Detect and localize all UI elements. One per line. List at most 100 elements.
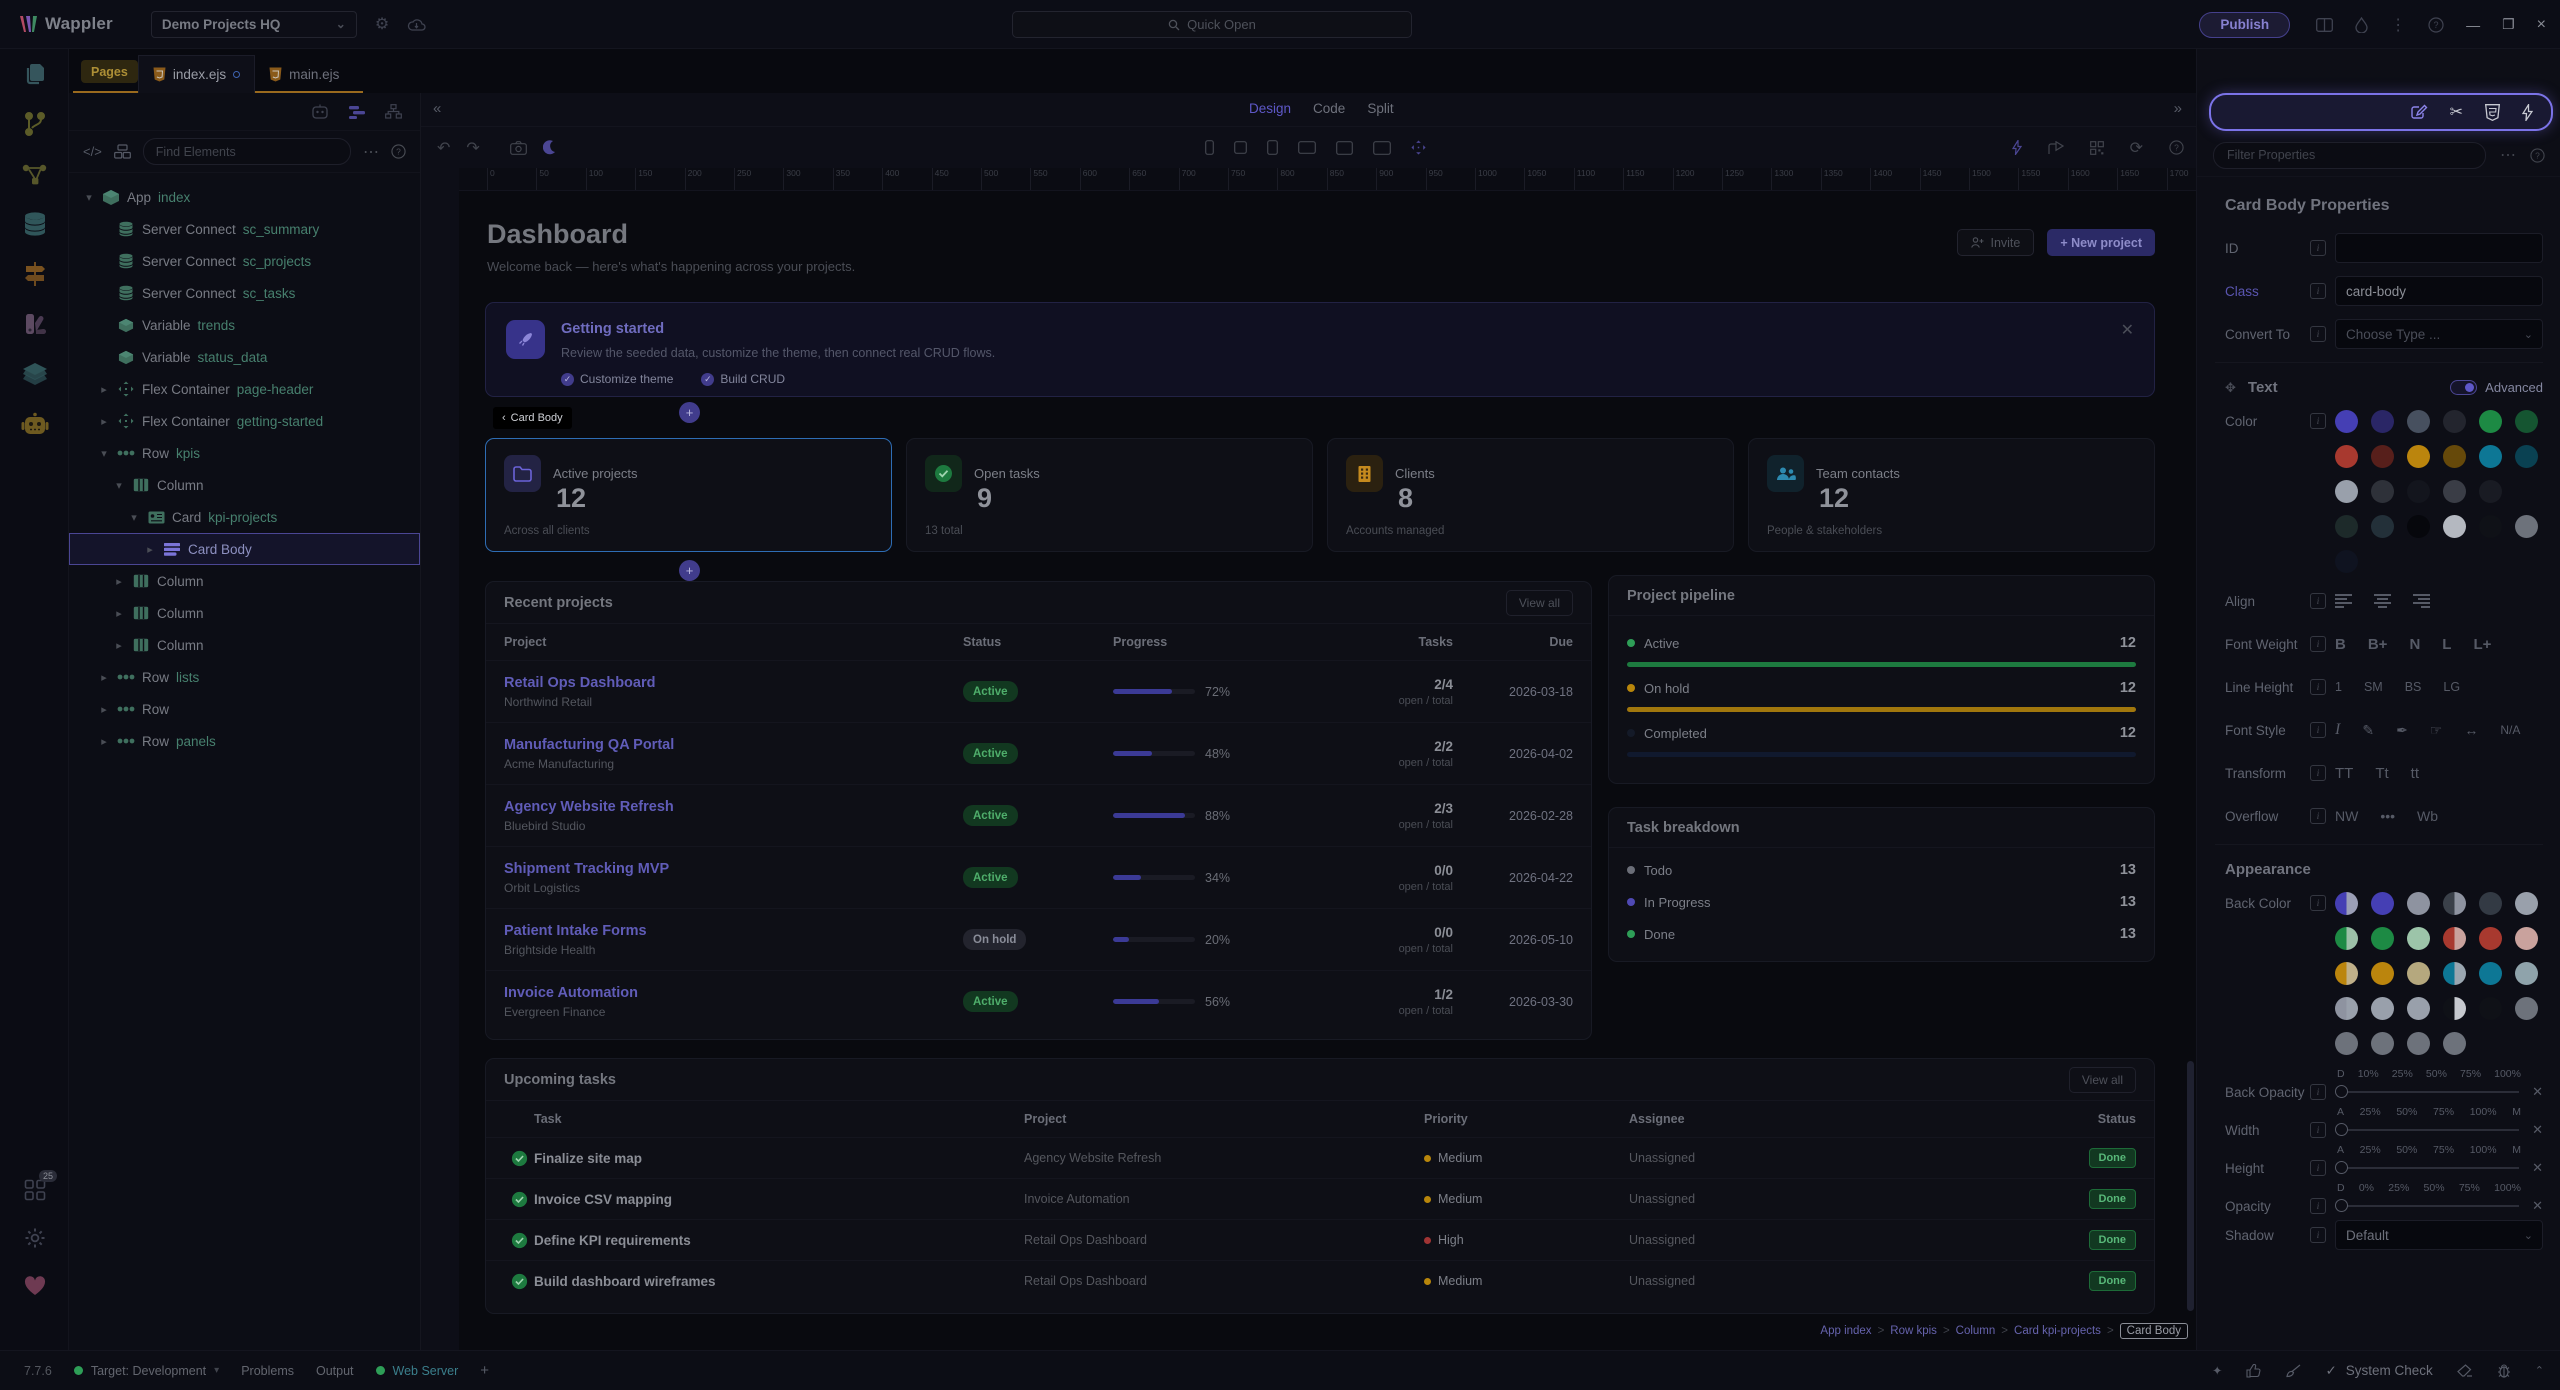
tick-label[interactable]: 50% [2396,1106,2417,1118]
project-link[interactable]: Patient Intake Forms [504,923,963,939]
kpi-card-active-projects[interactable]: Active projects12Across all clients [485,438,892,552]
tree-item-sc_projects[interactable]: Server Connectsc_projects [69,245,420,277]
color-swatch[interactable] [2443,410,2466,433]
color-swatch[interactable] [2479,892,2502,915]
hand-icon[interactable]: ☞ [2430,722,2443,739]
insert-before-button[interactable]: + [679,402,700,423]
tick-label[interactable]: 25% [2388,1182,2409,1194]
quick-open-search[interactable]: Quick Open [1012,11,1412,38]
kpi-card-open-tasks[interactable]: Open tasks913 total [906,438,1313,552]
task-name[interactable]: Finalize site map [534,1151,1024,1166]
restore-button[interactable]: ❐ [2502,16,2515,33]
color-swatch[interactable] [2515,962,2538,985]
list-view-icon[interactable] [349,105,365,119]
color-swatch[interactable] [2443,892,2466,915]
color-swatch[interactable] [2335,962,2358,985]
tick-label[interactable]: D [2337,1068,2345,1080]
clear-icon[interactable]: ✕ [2521,1198,2543,1214]
split-view-icon[interactable] [2316,18,2333,32]
slider-knob[interactable] [2335,1123,2348,1136]
output-button[interactable]: Output [316,1364,354,1378]
chevron-right-icon[interactable]: ▸ [113,607,125,620]
tree-more-icon[interactable]: ⋯ [363,142,379,162]
option-tt[interactable]: TT [2335,765,2353,782]
color-swatch[interactable] [2515,410,2538,433]
color-swatch[interactable] [2479,962,2502,985]
dark-mode-icon[interactable] [543,140,556,155]
cloud-sync-icon[interactable] [407,17,426,32]
chevron-right-icon[interactable]: ▸ [98,735,110,748]
new-project-button[interactable]: + New project [2047,229,2155,256]
device-monitor-icon[interactable] [1373,141,1391,155]
clear-icon[interactable]: ✕ [2521,1160,2543,1176]
eraser-icon[interactable] [2457,1364,2473,1377]
option-b[interactable]: B [2335,636,2346,653]
color-swatch[interactable] [2479,927,2502,950]
project-selector[interactable]: Demo Projects HQ ⌄ [151,11,357,38]
color-swatch[interactable] [2443,962,2466,985]
expand-panel-icon[interactable]: » [2174,100,2182,117]
tree-item-sc_tasks[interactable]: Server Connectsc_tasks [69,277,420,309]
color-swatch[interactable] [2479,410,2502,433]
task-name[interactable]: Define KPI requirements [534,1233,1024,1248]
tick-label[interactable]: 50% [2396,1144,2417,1156]
color-swatch[interactable] [2443,515,2466,538]
debug-bug-icon[interactable] [2497,1363,2511,1378]
refresh-icon[interactable]: ⟳ [2130,138,2143,158]
tick-label[interactable]: 0% [2359,1182,2374,1194]
responsive-resize-icon[interactable] [1411,140,1426,155]
tick-label[interactable]: 50% [2424,1182,2445,1194]
tree-item-kpis[interactable]: ▾Rowkpis [69,437,420,469]
task-name[interactable]: Invoice CSV mapping [534,1192,1024,1207]
web-server-button[interactable]: Web Server [376,1364,459,1378]
tree-item-panels[interactable]: ▸Rowpanels [69,725,420,757]
dynamic-actions-icon[interactable] [2522,104,2533,121]
selected-element-chip[interactable]: ‹ Card Body [493,407,572,429]
color-swatch[interactable] [2515,515,2538,538]
tick-label[interactable]: 25% [2392,1068,2413,1080]
redo-icon[interactable]: ↷ [466,138,479,158]
color-swatch[interactable] [2335,997,2358,1020]
color-swatch[interactable] [2335,515,2358,538]
color-swatch[interactable] [2335,410,2358,433]
tree-item-page-header[interactable]: ▸Flex Containerpage-header [69,373,420,405]
class-input[interactable]: card-body [2335,276,2543,306]
drag-handle-icon[interactable]: ✥ [2225,380,2236,396]
color-swatch[interactable] [2371,962,2394,985]
highlight-icon[interactable]: ✎ [2362,722,2374,739]
tree-item-row[interactable]: ▸Row [69,693,420,725]
color-swatch[interactable] [2335,445,2358,468]
tree-item-column[interactable]: ▸Column [69,597,420,629]
slider-track[interactable] [2335,1160,2521,1176]
breadcrumb-item[interactable]: Column [1956,1325,1996,1337]
clear-icon[interactable]: ✕ [2521,1084,2543,1100]
project-link[interactable]: Retail Ops Dashboard [504,675,963,691]
collapse-statusbar-icon[interactable]: ⌃ [2535,1364,2544,1377]
color-swatch[interactable] [2443,445,2466,468]
device-square-icon[interactable] [1234,141,1247,154]
option-wb[interactable]: Wb [2417,808,2438,824]
tick-label[interactable]: 100% [2470,1144,2497,1156]
tree-item-column[interactable]: ▾Column [69,469,420,501]
kpi-card-clients[interactable]: Clients8Accounts managed [1327,438,1734,552]
color-swatch[interactable] [2407,997,2430,1020]
color-swatch[interactable] [2371,445,2394,468]
tab-main-ejs[interactable]: main.ejs [255,55,353,93]
color-swatch[interactable] [2407,962,2430,985]
tick-label[interactable]: 75% [2459,1182,2480,1194]
device-desktop-icon[interactable] [1336,141,1353,155]
tree-item-card-body[interactable]: ▸Card Body [69,533,420,565]
banner-close-icon[interactable]: ✕ [2121,320,2134,379]
color-swatch[interactable] [2335,892,2358,915]
kpi-card-team-contacts[interactable]: Team contacts12People & stakeholders [1748,438,2155,552]
chevron-right-icon[interactable]: ▸ [98,703,110,716]
option-nw[interactable]: NW [2335,808,2358,824]
color-swatch[interactable] [2515,997,2538,1020]
rail-item-extensions[interactable]: 25 [0,1166,69,1214]
slider-track[interactable] [2335,1122,2521,1138]
align-left-icon[interactable] [2335,594,2352,608]
color-swatch[interactable] [2443,1032,2466,1055]
edit-element-icon[interactable] [2411,104,2428,121]
chevron-right-icon[interactable]: ▸ [113,639,125,652]
tick-label[interactable]: A [2337,1106,2344,1118]
